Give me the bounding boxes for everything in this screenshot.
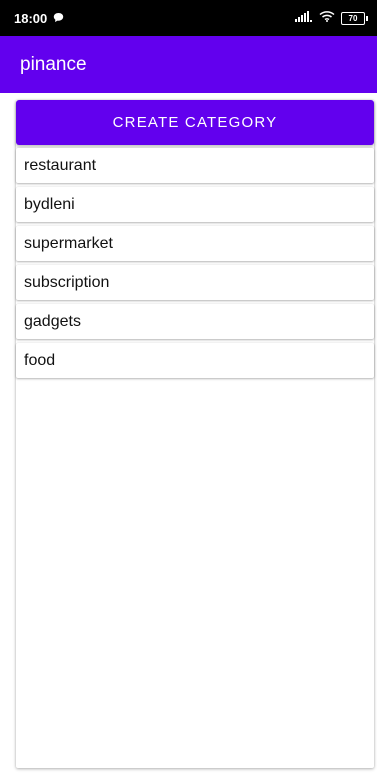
status-time: 18:00 [14, 10, 48, 26]
status-left: 18:00 [14, 11, 64, 26]
category-list: restaurant bydleni supermarket subscript… [16, 148, 374, 382]
category-item[interactable]: restaurant [16, 148, 374, 183]
category-label: bydleni [24, 195, 75, 213]
create-category-button[interactable]: CREATE CATEGORY [16, 100, 374, 145]
category-item[interactable]: subscription [16, 265, 374, 300]
status-bar: 18:00 70 [0, 0, 377, 36]
category-label: restaurant [24, 156, 97, 174]
category-label: supermarket [24, 234, 113, 252]
categories-panel: CREATE CATEGORY restaurant bydleni super… [16, 100, 374, 768]
category-label: subscription [24, 273, 110, 291]
chat-bubble-icon [53, 11, 64, 26]
category-item[interactable]: supermarket [16, 226, 374, 261]
wifi-icon [319, 9, 335, 27]
category-item[interactable]: food [16, 343, 374, 378]
battery-icon: 70 [341, 11, 368, 25]
signal-icon [295, 9, 313, 27]
app-title: pinance [20, 53, 87, 75]
category-label: food [24, 351, 56, 369]
status-right: 70 [295, 9, 368, 27]
category-item[interactable]: bydleni [16, 187, 374, 222]
category-label: gadgets [24, 312, 81, 330]
app-bar: pinance [0, 36, 377, 93]
category-item[interactable]: gadgets [16, 304, 374, 339]
